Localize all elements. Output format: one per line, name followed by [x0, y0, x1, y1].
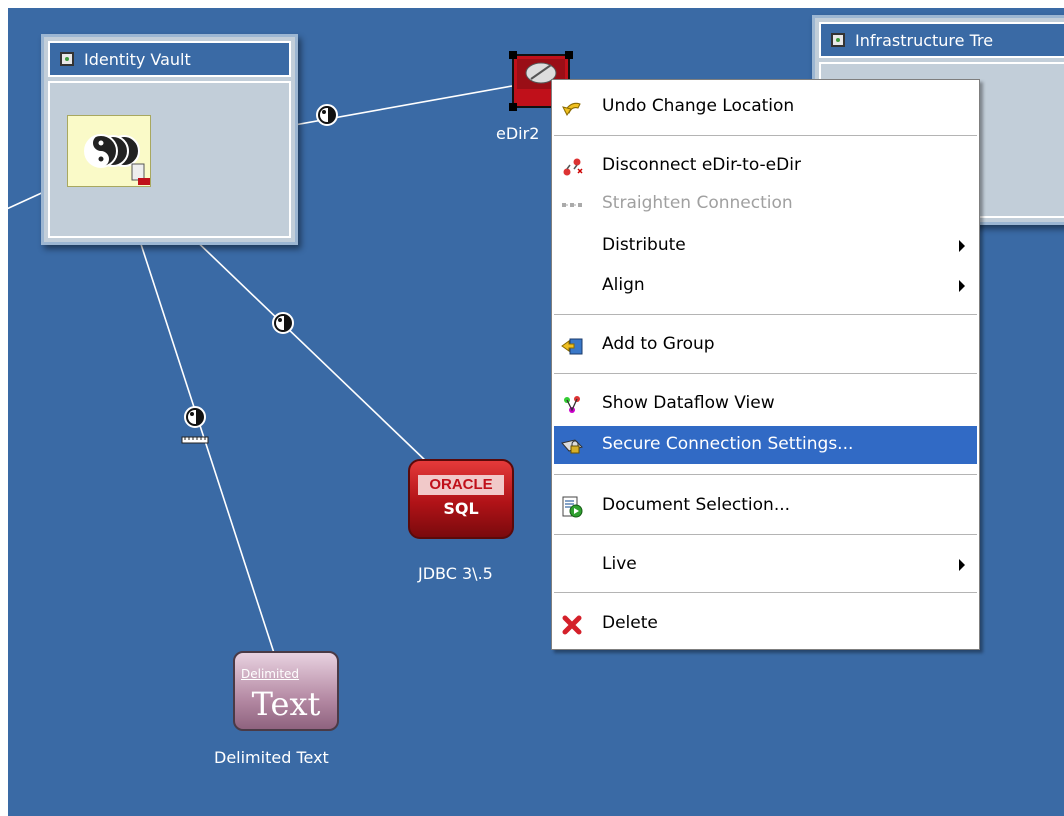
- connector-marker-yin-icon: [184, 406, 206, 428]
- disconnect-icon: [563, 158, 583, 176]
- menu-item-document-selection[interactable]: Document Selection...: [554, 487, 977, 525]
- submenu-arrow-icon: [959, 240, 965, 252]
- straighten-icon: [562, 203, 582, 207]
- add-to-group-icon: [561, 338, 583, 355]
- infrastructure-vault-title: Infrastructure Tre: [855, 30, 994, 50]
- document-icon: [562, 496, 583, 518]
- yin-yang-stack-icon: [84, 134, 150, 185]
- identity-vault-icon[interactable]: [67, 115, 151, 187]
- submenu-arrow-icon: [959, 280, 965, 292]
- menu-item-add-to-group[interactable]: Add to Group: [554, 326, 977, 364]
- delimited-text-driver-label: Delimited Text: [214, 748, 329, 767]
- connector-marker-icon[interactable]: [272, 312, 294, 334]
- jdbc-driver-label: JDBC 3\.5: [418, 564, 493, 583]
- secure-connection-icon: [561, 439, 583, 454]
- delimited-logo-small-text: Delimited: [241, 667, 300, 681]
- delimited-logo-large-text: Text: [251, 685, 321, 723]
- context-menu[interactable]: Undo Change Location Disconnect eDir-to-…: [551, 79, 980, 650]
- menu-item-distribute[interactable]: Distribute: [554, 227, 977, 265]
- menu-item-delete[interactable]: Delete: [554, 605, 977, 643]
- dataflow-icon: [564, 396, 580, 413]
- oracle-logo-text: ORACLE: [418, 475, 504, 495]
- menu-separator: [554, 592, 977, 594]
- jdbc-driver-node[interactable]: ORACLE SQL: [408, 459, 514, 539]
- infrastructure-vault-titlebar[interactable]: Infrastructure Tre: [819, 22, 1064, 58]
- connector-marker-icon[interactable]: [181, 406, 209, 448]
- submenu-arrow-icon: [959, 559, 965, 571]
- vault-badge-icon: [831, 33, 845, 47]
- sql-logo-text: SQL: [443, 499, 479, 518]
- menu-separator: [554, 314, 977, 316]
- ruler-icon: [181, 436, 209, 444]
- menu-item-disconnect[interactable]: Disconnect eDir-to-eDir: [554, 147, 977, 185]
- menu-item-align[interactable]: Align: [554, 267, 977, 305]
- menu-separator: [554, 534, 977, 536]
- menu-separator: [554, 373, 977, 375]
- menu-item-undo-change-location[interactable]: Undo Change Location: [554, 88, 977, 126]
- vault-badge-icon: [60, 52, 74, 66]
- edir-driver-label: eDir2: [496, 124, 540, 143]
- menu-item-straighten-connection[interactable]: Straighten Connection: [554, 185, 977, 223]
- undo-icon: [562, 102, 581, 116]
- identity-vault-titlebar[interactable]: Identity Vault: [48, 41, 291, 77]
- menu-item-live[interactable]: Live: [554, 546, 977, 584]
- delete-icon: [562, 615, 582, 635]
- identity-vault-title: Identity Vault: [84, 49, 191, 69]
- menu-separator: [554, 474, 977, 476]
- connector-marker-icon[interactable]: [316, 104, 338, 126]
- delimited-text-driver-node[interactable]: Delimited Text: [233, 651, 339, 731]
- menu-item-secure-connection-settings[interactable]: Secure Connection Settings...: [554, 426, 977, 464]
- menu-separator: [554, 135, 977, 137]
- menu-item-show-dataflow-view[interactable]: Show Dataflow View: [554, 385, 977, 423]
